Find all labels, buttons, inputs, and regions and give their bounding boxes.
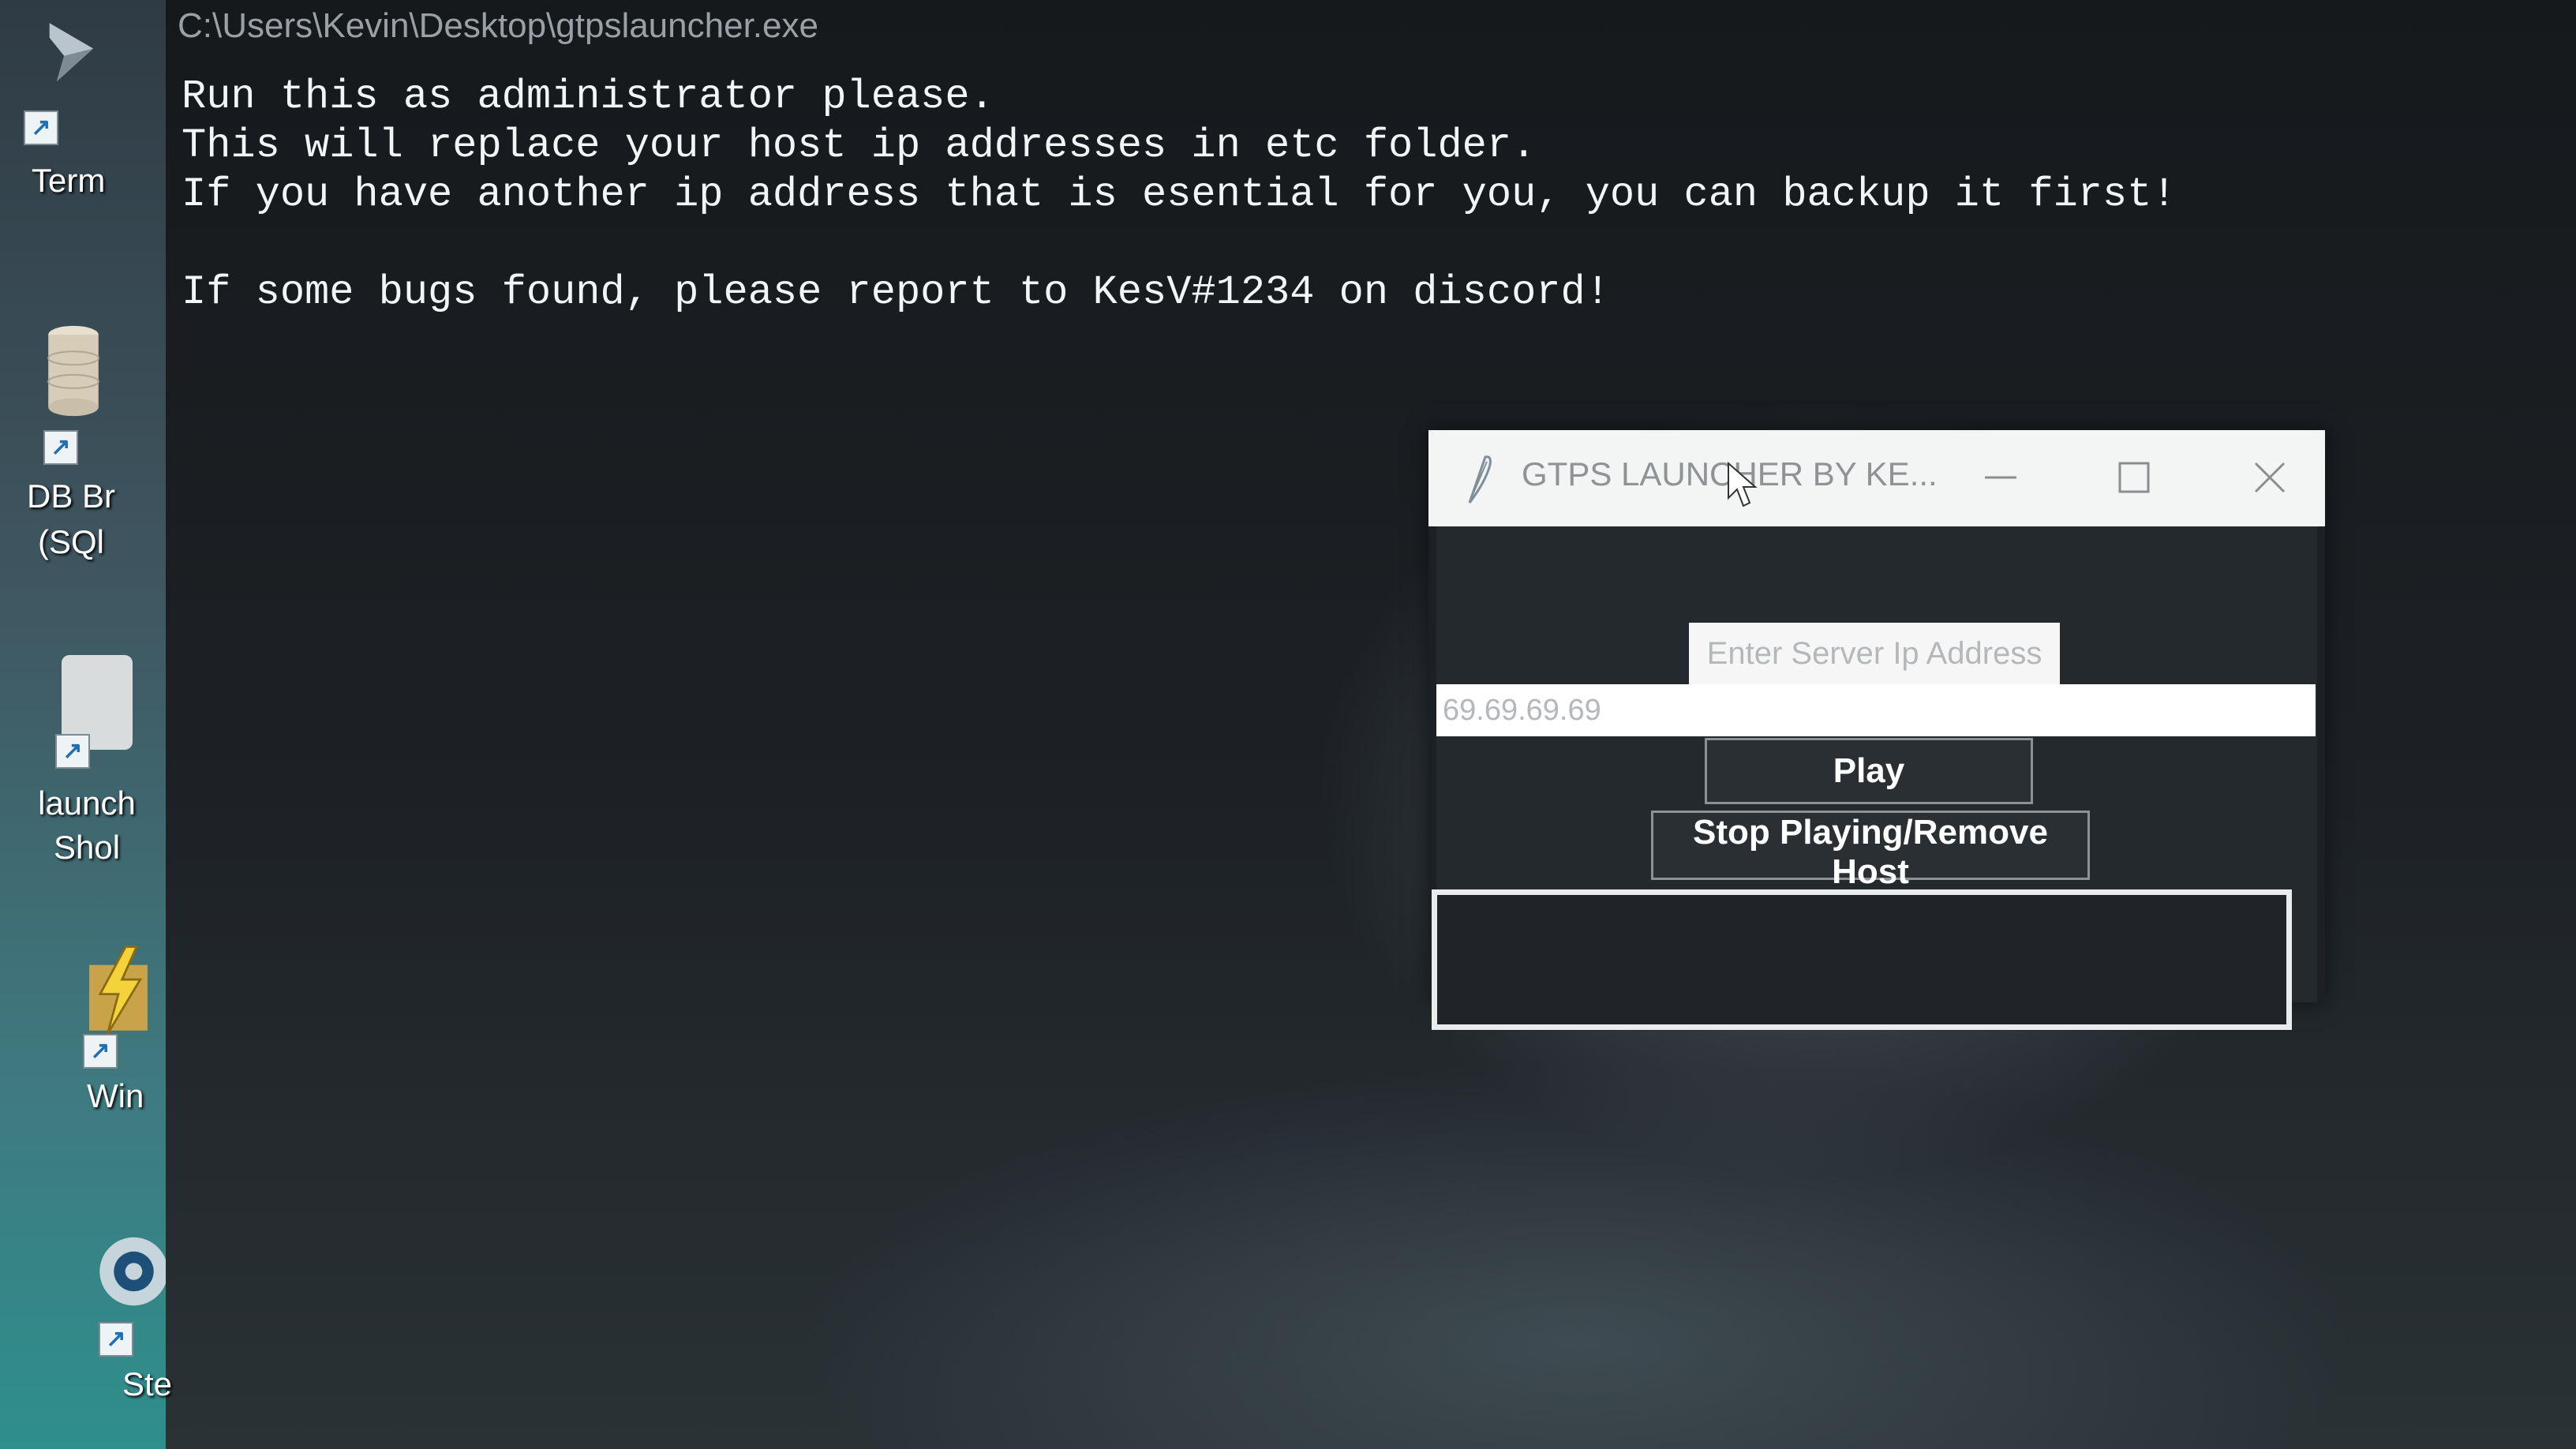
- output-box: [1432, 889, 2292, 1030]
- minimize-button[interactable]: [1934, 430, 2068, 526]
- launcher-body: Enter Server Ip Address Play Stop Playin…: [1432, 526, 2317, 1030]
- maximize-icon: [2118, 462, 2150, 493]
- maximize-button[interactable]: [2068, 430, 2202, 526]
- console-line: Run this as administrator please.: [182, 73, 994, 120]
- server-ip-input[interactable]: [1436, 684, 2316, 736]
- mouse-cursor-icon: [1728, 462, 1758, 507]
- close-button[interactable]: [2202, 430, 2336, 526]
- close-icon: [2254, 462, 2286, 493]
- console-line: If some bugs found, please report to Kes…: [182, 269, 1610, 316]
- launcher-window: GTPS LAUNCHER BY KE... Enter Server Ip A…: [1428, 430, 2325, 1030]
- stop-playing-button[interactable]: Stop Playing/Remove Host: [1651, 811, 2090, 891]
- play-button[interactable]: Play: [1705, 738, 2033, 804]
- server-ip-label: Enter Server Ip Address: [1689, 623, 2060, 684]
- launcher-titlebar[interactable]: GTPS LAUNCHER BY KE...: [1428, 430, 2325, 526]
- screen: ↗ Term ↗ DB Br (SQl ↗ launch Shol ↗ Win …: [0, 0, 2576, 1449]
- console-title: C:\Users\Kevin\Desktop\gtpslauncher.exe: [178, 6, 818, 45]
- console-line: This will replace your host ip addresses…: [182, 122, 1537, 169]
- console-line: If you have another ip address that is e…: [182, 171, 2177, 218]
- shortcut-arrow-icon: ↗: [24, 110, 58, 145]
- minimize-icon: [1985, 476, 2016, 479]
- shortcut-arrow-icon: ↗: [43, 430, 78, 465]
- console-output: Run this as administrator please. This w…: [182, 73, 2177, 317]
- feather-icon: [1468, 455, 1492, 504]
- shortcut-arrow-icon: ↗: [55, 734, 90, 769]
